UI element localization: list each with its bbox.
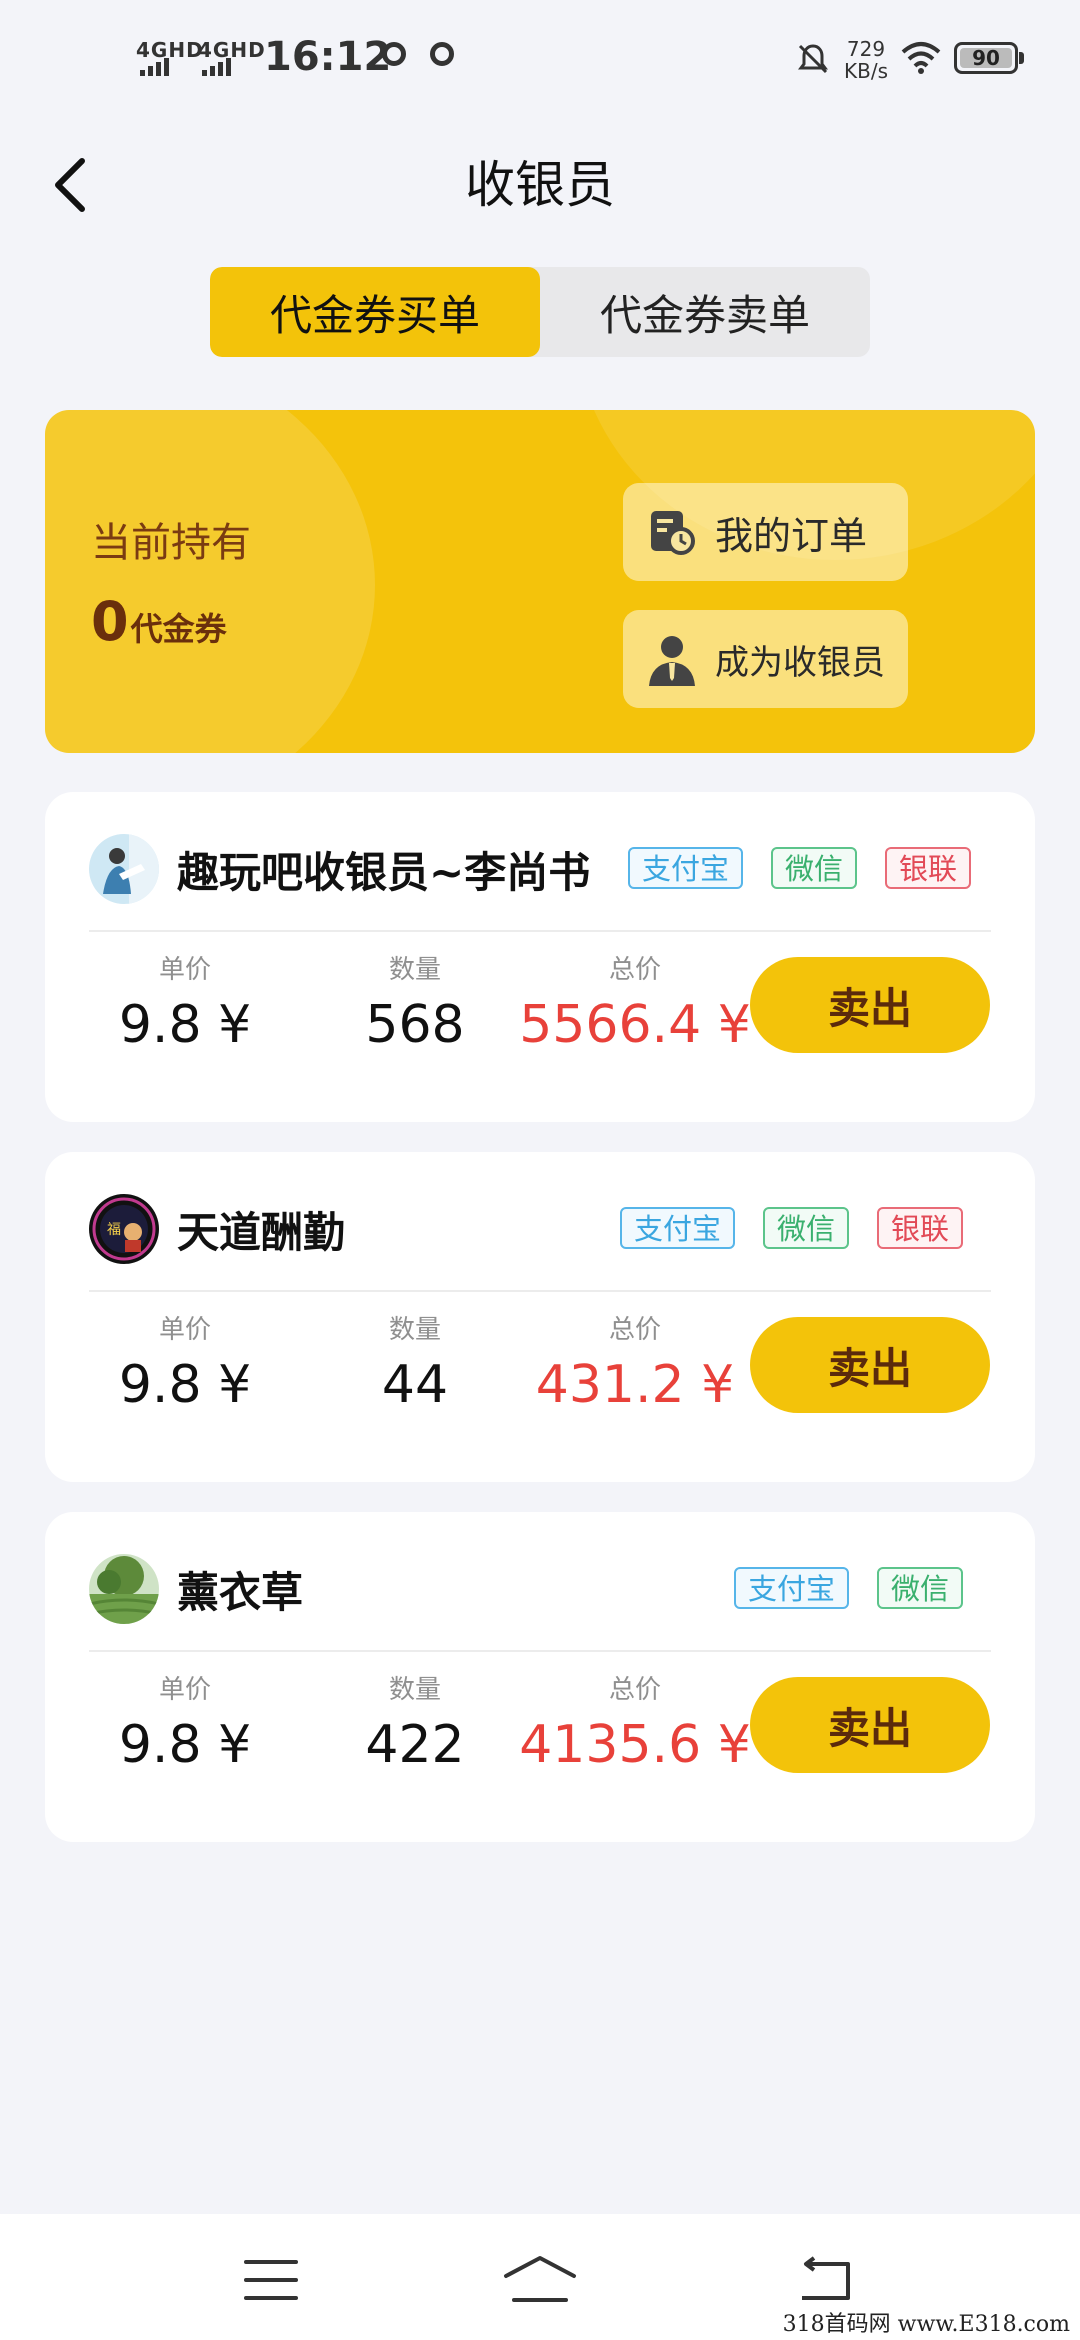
unit-price-value: 9.8 ¥ [118, 1355, 252, 1415]
unit-price-column: 单价 9.8 ¥ [85, 1312, 285, 1422]
quantity-column: 数量 44 [315, 1312, 515, 1422]
home-icon [504, 2256, 576, 2302]
become-cashier-button[interactable]: 成为收银员 [623, 610, 908, 708]
back-button[interactable] [40, 150, 100, 220]
divider [89, 930, 991, 932]
tab-switcher: 代金券买单 代金券卖单 [210, 267, 870, 357]
holdings-amount: 0 [91, 590, 129, 653]
seller-name: 薰衣草 [177, 1567, 304, 1617]
home-button[interactable] [495, 2250, 585, 2310]
quantity-label: 数量 [388, 1315, 441, 1345]
system-navigation-bar: 318首码网 www.E318.com [0, 2214, 1080, 2340]
menu-icon [244, 2260, 298, 2300]
quantity-label: 数量 [388, 1675, 441, 1705]
seller-name: 趣玩吧收银员~李尚书 [177, 847, 591, 897]
become-cashier-label: 成为收银员 [715, 642, 885, 683]
total-column: 总价 4135.6 ¥ [505, 1672, 765, 1782]
payment-badges: 支付宝 微信 银联 [627, 847, 971, 889]
battery-icon: 90 [954, 42, 1018, 74]
wechat-badge: 微信 [770, 847, 857, 889]
unit-price-label: 单价 [158, 1315, 211, 1345]
quantity-value: 44 [381, 1355, 449, 1415]
wechat-badge: 微信 [762, 1207, 849, 1249]
sell-button[interactable]: 卖出 [750, 1677, 990, 1773]
total-value: 4135.6 ¥ [519, 1715, 751, 1775]
svg-text:福: 福 [107, 1222, 121, 1238]
battery-tip [1019, 52, 1024, 64]
speed-unit: KB/s [844, 59, 888, 83]
holdings-value: 0 代金券 [91, 590, 227, 653]
battery-level: 90 [960, 46, 1012, 70]
unit-price-label: 单价 [158, 1675, 211, 1705]
quantity-column: 数量 568 [315, 952, 515, 1062]
total-value: 431.2 ¥ [535, 1355, 735, 1415]
sell-button[interactable]: 卖出 [750, 1317, 990, 1413]
notification-q-icon [430, 42, 454, 66]
clock: 16:12 [264, 34, 392, 80]
back-icon [802, 2256, 850, 2300]
unionpay-badge: 银联 [876, 1207, 963, 1249]
seller-card: 薰衣草 支付宝 微信 单价 9.8 ¥ 数量 422 总价 4135.6 ¥ 卖… [45, 1512, 1035, 1842]
unionpay-badge: 银联 [884, 847, 971, 889]
total-column: 总价 431.2 ¥ [505, 1312, 765, 1422]
seller-card: 趣玩吧收银员~李尚书 支付宝 微信 银联 单价 9.8 ¥ 数量 568 总价 … [45, 792, 1035, 1122]
holdings-unit: 代金券 [130, 610, 227, 648]
quantity-value: 568 [365, 995, 465, 1055]
alipay-badge: 支付宝 [733, 1567, 849, 1609]
alipay-badge: 支付宝 [627, 847, 743, 889]
total-label: 总价 [608, 1675, 661, 1705]
back-nav-button[interactable] [780, 2250, 870, 2310]
holdings-label: 当前持有 [91, 520, 251, 566]
status-bar: 4GHD 4GHD 16:12 729 KB/s 90 [0, 0, 1080, 110]
signal-icon [140, 56, 169, 76]
quantity-column: 数量 422 [315, 1672, 515, 1782]
holdings-card: 当前持有 0 代金券 我的订单 成为收银员 [45, 410, 1035, 753]
menu-button[interactable] [226, 2250, 316, 2310]
mute-notification-icon [798, 44, 828, 74]
watermark: 318首码网 www.E318.com [782, 2312, 1070, 2337]
orders-clock-icon [651, 511, 695, 555]
payment-badges: 支付宝 微信 [733, 1567, 963, 1609]
total-value: 5566.4 ¥ [519, 995, 751, 1055]
chevron-left-icon [55, 158, 85, 212]
decor-circle [45, 410, 375, 753]
notification-q-icon [382, 42, 406, 66]
person-icon [649, 636, 695, 686]
avatar [89, 834, 159, 904]
seller-card: 福 天道酬勤 支付宝 微信 银联 单价 9.8 ¥ 数量 44 总价 431.2… [45, 1152, 1035, 1482]
unit-price-value: 9.8 ¥ [118, 995, 252, 1055]
network-speed: 729 KB/s [836, 38, 896, 82]
seller-name: 天道酬勤 [177, 1207, 346, 1257]
my-orders-button[interactable]: 我的订单 [623, 483, 908, 581]
quantity-value: 422 [365, 1715, 465, 1775]
divider [89, 1290, 991, 1292]
quantity-label: 数量 [388, 955, 441, 985]
payment-badges: 支付宝 微信 银联 [619, 1207, 963, 1249]
total-column: 总价 5566.4 ¥ [505, 952, 765, 1062]
sell-button[interactable]: 卖出 [750, 957, 990, 1053]
wifi-icon [901, 42, 941, 74]
avatar: 福 [89, 1194, 159, 1264]
seller-header: 趣玩吧收银员~李尚书 支付宝 微信 银联 [89, 834, 991, 904]
my-orders-label: 我的订单 [715, 513, 868, 558]
signal-icon [202, 56, 231, 76]
wechat-badge: 微信 [876, 1567, 963, 1609]
divider [89, 1650, 991, 1652]
seller-header: 薰衣草 支付宝 微信 [89, 1554, 991, 1624]
unit-price-value: 9.8 ¥ [118, 1715, 252, 1775]
avatar [89, 1554, 159, 1624]
total-label: 总价 [608, 1315, 661, 1345]
unit-price-column: 单价 9.8 ¥ [85, 1672, 285, 1782]
speed-value: 729 [846, 37, 886, 61]
tab-voucher-buy[interactable]: 代金券买单 [210, 267, 540, 357]
seller-header: 福 天道酬勤 支付宝 微信 银联 [89, 1194, 991, 1264]
total-label: 总价 [608, 955, 661, 985]
tab-voucher-sell[interactable]: 代金券卖单 [540, 267, 870, 357]
page-title: 收银员 [465, 156, 615, 214]
unit-price-label: 单价 [158, 955, 211, 985]
alipay-badge: 支付宝 [619, 1207, 735, 1249]
unit-price-column: 单价 9.8 ¥ [85, 952, 285, 1062]
